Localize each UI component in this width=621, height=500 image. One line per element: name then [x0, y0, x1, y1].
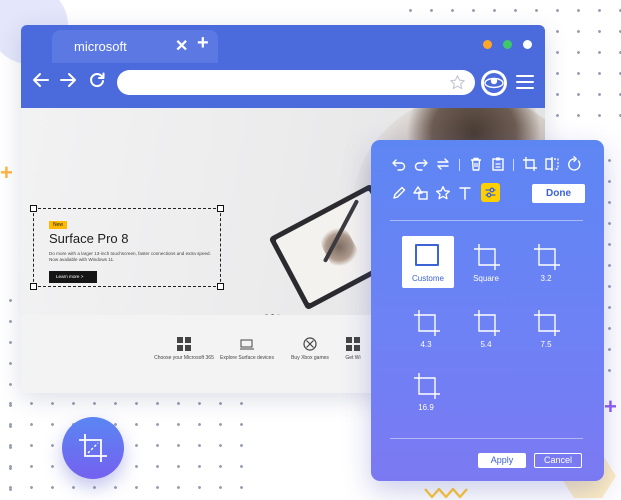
laptop-icon: [240, 339, 254, 350]
toolbar-separator: [513, 159, 514, 171]
resize-handle-bottom-right[interactable]: [217, 283, 224, 290]
done-button[interactable]: Done: [532, 184, 585, 203]
new-badge: New: [49, 221, 68, 229]
ratio-label: Square: [473, 274, 499, 283]
ratio-option-3-2[interactable]: 3.2: [520, 236, 572, 288]
profile-avatar[interactable]: [481, 70, 507, 96]
clipboard-icon[interactable]: [490, 156, 506, 172]
crop-ratio-icon: [474, 310, 500, 336]
xbox-icon: [303, 337, 317, 351]
crop-ratio-icon: [534, 244, 560, 270]
swap-icon[interactable]: [435, 156, 451, 172]
plus-icon-orange: +: [0, 160, 13, 185]
resize-handle-top-left[interactable]: [30, 205, 37, 212]
quick-link-label: Get Wi: [345, 355, 361, 361]
ratio-option-4-3[interactable]: 4.3: [400, 302, 452, 354]
delete-icon[interactable]: [468, 156, 484, 172]
ratio-label: 5.4: [480, 340, 492, 349]
browser-tab[interactable]: microsoft ✕: [52, 30, 218, 63]
crop-tool-panel: Done Custome Square 3.2 4.3 5.4 7.5 16.9…: [371, 140, 604, 481]
window-dot-green[interactable]: [503, 40, 512, 49]
quick-link-label: Choose your Microsoft 365: [154, 355, 214, 361]
panel-divider: [390, 438, 583, 439]
window-dot-white[interactable]: [523, 40, 532, 49]
custom-crop-icon: [415, 244, 439, 266]
adjust-tool-button[interactable]: [481, 183, 500, 202]
ratio-option-5-4[interactable]: 5.4: [460, 302, 512, 354]
address-bar[interactable]: [117, 70, 475, 95]
zigzag-icon: [424, 487, 468, 499]
quick-link-label: Explore Surface devices: [220, 355, 274, 361]
quick-link-windows[interactable]: Get Wi: [333, 337, 373, 361]
ratio-label: 7.5: [540, 340, 552, 349]
crop-ratio-icon: [414, 310, 440, 336]
stage: + + microsoft ✕ + New Surface Pro 8 Do m…: [0, 0, 621, 500]
ratio-label: 16.9: [418, 403, 434, 412]
carousel-pager[interactable]: [265, 304, 283, 315]
resize-handle-bottom-left[interactable]: [30, 283, 37, 290]
shapes-icon[interactable]: [413, 185, 429, 201]
crop-icon[interactable]: [522, 156, 538, 172]
ratio-option-custome[interactable]: Custome: [402, 236, 454, 288]
promo-description: Do more with a larger 13-inch touchscree…: [49, 251, 211, 262]
dot-grid-bottom: [0, 393, 252, 500]
menu-icon[interactable]: [515, 72, 535, 92]
new-tab-icon[interactable]: +: [197, 33, 209, 53]
windows-grid-icon: [346, 337, 360, 351]
crop-selection-box[interactable]: New Surface Pro 8 Do more with a larger …: [30, 205, 224, 290]
apply-button[interactable]: Apply: [478, 453, 526, 468]
tab-close-icon[interactable]: ✕: [175, 36, 188, 56]
crop-resize-icon: [79, 434, 107, 462]
flip-icon[interactable]: [544, 156, 560, 172]
crop-square-icon: [474, 244, 500, 270]
quick-link-label: Buy Xbox games: [291, 355, 329, 361]
cancel-button[interactable]: Cancel: [534, 453, 582, 468]
adjust-icon: [485, 187, 496, 198]
rotate-icon[interactable]: [566, 156, 582, 172]
crop-ratio-icon: [414, 373, 440, 399]
star-outline-icon[interactable]: [435, 185, 451, 201]
learn-more-button[interactable]: Learn more >: [49, 271, 97, 283]
windows-grid-icon: [177, 337, 191, 351]
quick-link-surface[interactable]: Explore Surface devices: [214, 337, 280, 361]
toolbar-separator: [459, 159, 460, 171]
ratio-option-square[interactable]: Square: [460, 236, 512, 288]
pencil-icon[interactable]: [391, 185, 407, 201]
ratio-label: 3.2: [540, 274, 552, 283]
browser-chrome: microsoft ✕ +: [21, 25, 545, 108]
resize-handle-top-right[interactable]: [217, 205, 224, 212]
quick-link-microsoft-365[interactable]: Choose your Microsoft 365: [151, 337, 217, 361]
star-icon[interactable]: [449, 74, 466, 91]
panel-divider: [390, 220, 583, 221]
ratio-label: Custome: [411, 274, 444, 283]
back-arrow-icon[interactable]: [32, 71, 50, 89]
ratio-option-7-5[interactable]: 7.5: [520, 302, 572, 354]
plus-icon-purple: +: [604, 394, 617, 419]
promo-title: Surface Pro 8: [49, 231, 129, 246]
window-dot-orange[interactable]: [483, 40, 492, 49]
text-icon[interactable]: [457, 185, 473, 201]
forward-arrow-icon[interactable]: [59, 71, 77, 89]
crop-ratio-icon: [534, 310, 560, 336]
redo-icon[interactable]: [413, 156, 429, 172]
ratio-option-16-9[interactable]: 16.9: [400, 365, 452, 417]
tab-title: microsoft: [74, 39, 127, 54]
profile-avatar-icon: [484, 73, 504, 93]
reload-icon[interactable]: [88, 71, 106, 89]
ratio-label: 4.3: [420, 340, 432, 349]
undo-icon[interactable]: [391, 156, 407, 172]
crop-feature-badge: [62, 417, 124, 479]
